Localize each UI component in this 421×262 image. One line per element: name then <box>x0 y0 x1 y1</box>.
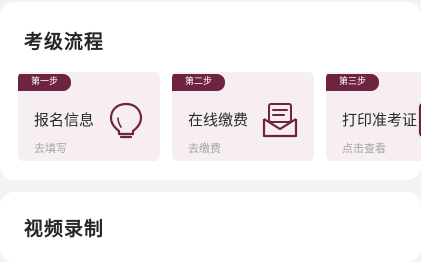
step-card-admission-ticket[interactable]: 第三步 打印准考证 点击查看 <box>326 72 421 161</box>
step-action-link[interactable]: 去填写 <box>34 140 67 156</box>
step-card-payment[interactable]: 第二步 在线缴费 去缴费 <box>172 72 314 161</box>
lightbulb-icon <box>106 100 146 140</box>
admission-ticket-icon <box>414 100 421 140</box>
step-badge: 第一步 <box>18 74 72 91</box>
step-badge: 第三步 <box>326 74 380 91</box>
step-badge: 第二步 <box>172 74 226 91</box>
step-card-registration[interactable]: 第一步 报名信息 去填写 <box>18 72 160 161</box>
step-title: 打印准考证 <box>342 111 418 129</box>
exam-process-card: 考级流程 第一步 报名信息 去填写 第二步 在线缴费 去缴费 第三步 打印准考证… <box>0 2 421 180</box>
exam-steps-row[interactable]: 第一步 报名信息 去填写 第二步 在线缴费 去缴费 第三步 打印准考证 点击查看 <box>18 72 421 161</box>
step-title: 在线缴费 <box>188 111 249 129</box>
step-title: 报名信息 <box>34 111 95 129</box>
exam-process-title: 考级流程 <box>24 31 105 53</box>
video-recording-card: 视频录制 <box>0 192 421 262</box>
envelope-icon <box>260 100 300 140</box>
step-action-link[interactable]: 去缴费 <box>188 140 221 156</box>
video-recording-title: 视频录制 <box>24 218 105 240</box>
step-action-link[interactable]: 点击查看 <box>342 140 386 156</box>
